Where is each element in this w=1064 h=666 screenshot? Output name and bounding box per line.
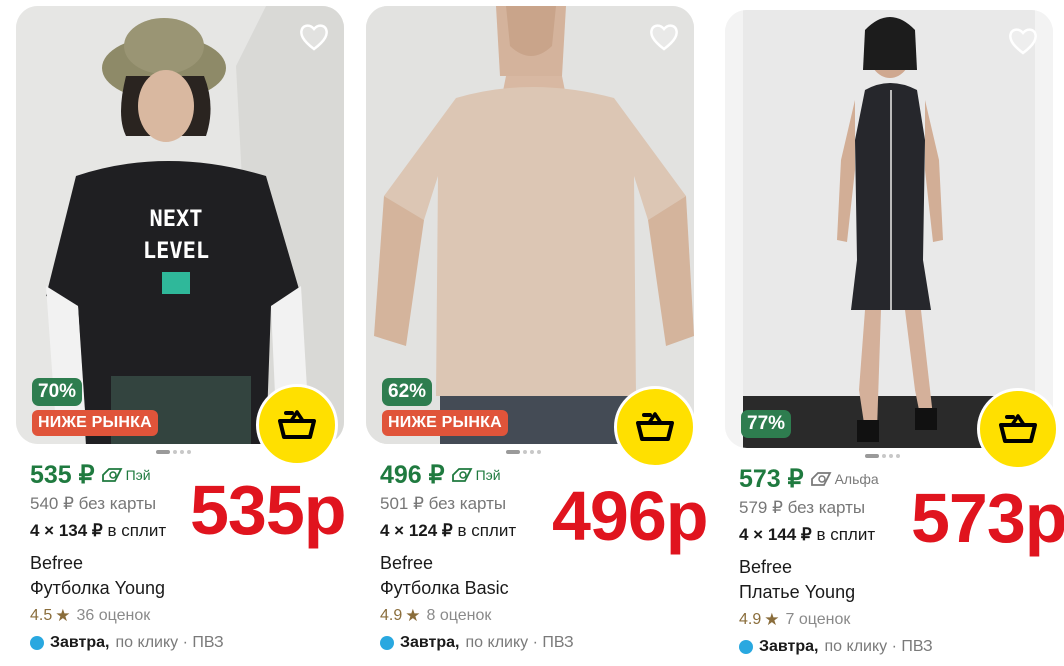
overlay-price: 573р xyxy=(911,479,1064,557)
price-row: 573 ₽ Альфа xyxy=(739,464,879,494)
add-to-cart-button[interactable] xyxy=(256,384,338,466)
star-icon: ★ xyxy=(764,610,780,629)
payment-method-label: Альфа xyxy=(834,471,879,487)
brand: Befree xyxy=(739,557,793,577)
price: 535 ₽ xyxy=(30,461,95,489)
shirt-print-line-2: LEVEL xyxy=(143,239,209,264)
reviews-count[interactable]: 8 оценок xyxy=(427,607,492,625)
brand: Befree xyxy=(380,553,434,573)
below-market-badge: НИЖЕ РЫНКА xyxy=(32,410,158,436)
rating: 4.9 ★ 8 оценок xyxy=(380,606,491,626)
price: 573 ₽ xyxy=(739,465,804,493)
rating: 4.9 ★ 7 оценок xyxy=(739,610,850,630)
delivery-dot-icon xyxy=(739,640,753,654)
product-photo[interactable]: NEXT LEVEL 70% НИЖЕ РЫНКА xyxy=(16,6,344,444)
split-label: в сплит xyxy=(107,521,167,540)
price-without-card: 579 ₽ без карты xyxy=(739,498,866,517)
image-pager[interactable] xyxy=(506,450,541,454)
basket-icon xyxy=(999,414,1037,443)
split-label: в сплит xyxy=(816,525,876,544)
below-market-badge: НИЖЕ РЫНКА xyxy=(382,410,508,436)
star-icon: ★ xyxy=(405,606,421,625)
split-label: в сплит xyxy=(457,521,517,540)
payment-method-label: Пэй xyxy=(125,467,151,483)
brand: Befree xyxy=(30,553,84,573)
split-amount: 4 × 134 ₽ xyxy=(30,521,103,540)
payment-method-label: Пэй xyxy=(475,467,501,483)
price-row: 496 ₽ Пэй xyxy=(380,460,501,490)
delivery-info: Завтра, по клику · ПВЗ xyxy=(380,634,574,652)
card-pay-icon xyxy=(451,468,473,482)
image-pager[interactable] xyxy=(865,454,900,458)
product-name[interactable]: Футболка Young xyxy=(30,578,165,599)
product-card[interactable]: 77% 573 ₽ Альфа 579 ₽ без карты 4 × 144 … xyxy=(721,4,1064,666)
rating: 4.5 ★ 36 оценок xyxy=(30,606,150,626)
product-image xyxy=(725,10,1053,448)
discount-badge: 62% xyxy=(382,378,433,406)
add-to-cart-button[interactable] xyxy=(977,388,1059,470)
split-amount: 4 × 124 ₽ xyxy=(380,521,453,540)
price-row: 535 ₽ Пэй xyxy=(30,460,151,490)
rating-value: 4.9 xyxy=(380,607,403,624)
delivery-method: по клику · ПВЗ xyxy=(115,634,224,651)
basket-icon xyxy=(278,410,316,439)
payment-method: Пэй xyxy=(101,467,151,483)
reviews-count[interactable]: 7 оценок xyxy=(786,611,851,629)
discount-badge: 77% xyxy=(741,410,792,438)
product-photo[interactable]: 62% НИЖЕ РЫНКА xyxy=(366,6,694,444)
split-payment: 4 × 124 ₽ в сплит xyxy=(380,521,516,541)
favorite-button[interactable] xyxy=(648,22,680,52)
product-photo[interactable]: 77% xyxy=(725,10,1053,448)
price: 496 ₽ xyxy=(380,461,445,489)
delivery-day: Завтра, xyxy=(759,638,819,655)
heart-outline-icon xyxy=(300,24,328,51)
card-pay-icon xyxy=(101,468,123,482)
product-name[interactable]: Платье Young xyxy=(739,582,855,603)
rating-value: 4.5 xyxy=(30,607,53,624)
favorite-button[interactable] xyxy=(1007,26,1039,56)
price-without-card: 501 ₽ без карты xyxy=(380,494,507,513)
product-card[interactable]: 62% НИЖЕ РЫНКА 496 ₽ Пэй 501 ₽ без карты… xyxy=(362,0,709,666)
basket-icon xyxy=(636,412,674,441)
image-pager[interactable] xyxy=(156,450,191,454)
reviews-count[interactable]: 36 оценок xyxy=(77,607,151,625)
delivery-info: Завтра, по клику · ПВЗ xyxy=(30,634,224,652)
star-icon: ★ xyxy=(55,606,71,625)
add-to-cart-button[interactable] xyxy=(614,386,696,468)
split-amount: 4 × 144 ₽ xyxy=(739,525,812,544)
product-card[interactable]: NEXT LEVEL 70% НИЖЕ РЫНКА 535 ₽ Пэй 540 … xyxy=(12,0,348,666)
split-payment: 4 × 134 ₽ в сплит xyxy=(30,521,166,541)
favorite-button[interactable] xyxy=(298,22,330,52)
product-name[interactable]: Футболка Basic xyxy=(380,578,509,599)
delivery-info: Завтра, по клику · ПВЗ xyxy=(739,638,933,656)
delivery-method: по клику · ПВЗ xyxy=(824,638,933,655)
discount-badge: 70% xyxy=(32,378,83,406)
rating-value: 4.9 xyxy=(739,611,762,628)
delivery-dot-icon xyxy=(380,636,394,650)
delivery-day: Завтра, xyxy=(50,634,110,651)
heart-outline-icon xyxy=(650,24,678,51)
payment-method: Пэй xyxy=(451,467,501,483)
card-pay-icon xyxy=(810,472,832,486)
overlay-price: 496р xyxy=(552,477,709,555)
payment-method: Альфа xyxy=(810,471,879,487)
shirt-print-line-1: NEXT xyxy=(150,207,203,232)
split-payment: 4 × 144 ₽ в сплит xyxy=(739,525,875,545)
overlay-price: 535р xyxy=(190,471,347,549)
delivery-day: Завтра, xyxy=(400,634,460,651)
delivery-dot-icon xyxy=(30,636,44,650)
delivery-method: по клику · ПВЗ xyxy=(465,634,574,651)
price-without-card: 540 ₽ без карты xyxy=(30,494,157,513)
heart-outline-icon xyxy=(1009,28,1037,55)
